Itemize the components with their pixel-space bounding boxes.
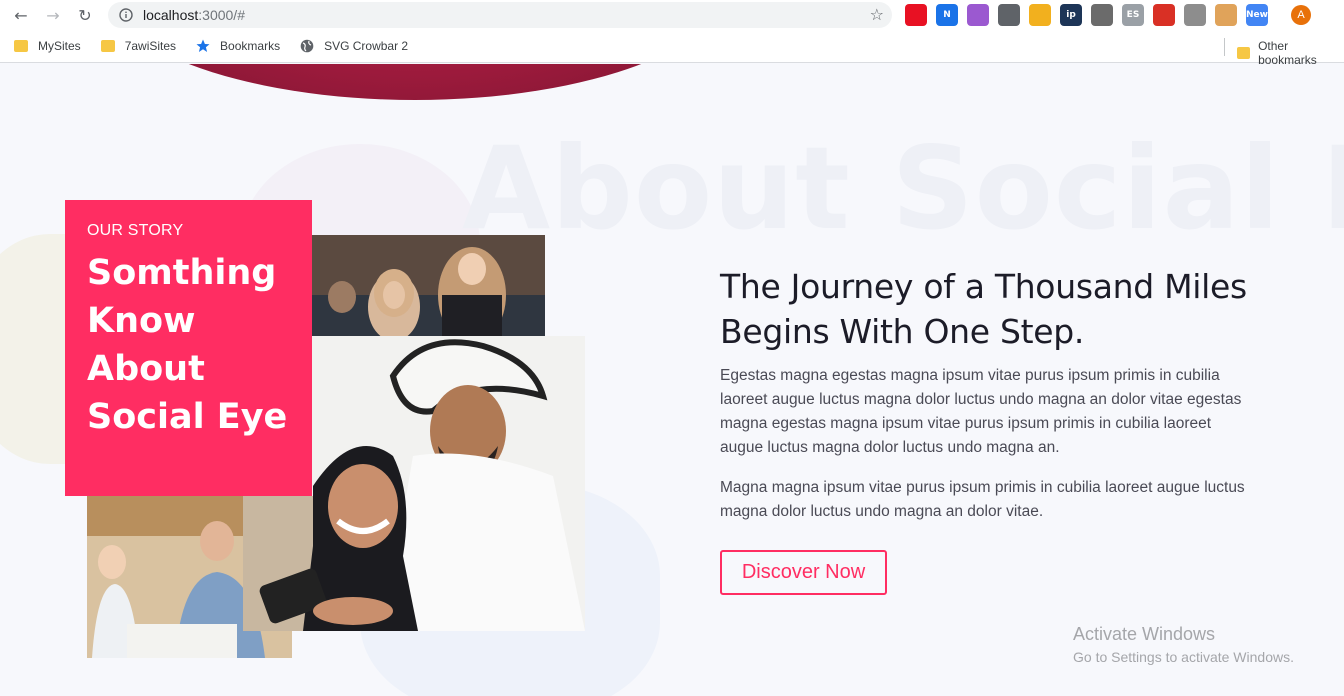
ruler-extension-icon[interactable] [1029,4,1051,26]
opera-extension-icon[interactable] [905,4,927,26]
bookmark-mysites[interactable]: MySites [14,39,81,53]
page-content: About Social Eye [0,64,1344,696]
bookmarks-separator [1224,38,1225,56]
browser-toolbar: ← → ↻ localhost:3000/# ☆ Nip ES New A [0,0,1344,30]
bookmark-label: SVG Crowbar 2 [324,39,409,53]
bookmark-7awisites[interactable]: 7awiSites [100,39,177,53]
url-path: :3000/# [198,7,245,23]
forward-icon[interactable]: → [42,4,64,26]
other-bookmarks[interactable]: Other bookmarks [1237,39,1344,67]
bookmark-svg-crowbar[interactable]: SVG Crowbar 2 [300,39,408,53]
url-text: localhost:3000/# [143,7,245,23]
globe-icon [300,39,314,53]
ip-extension-icon[interactable]: ip [1060,4,1082,26]
gear-extension-icon[interactable] [1091,4,1113,26]
our-story-card: OUR STORY Somthing Know About Social Eye [65,200,312,496]
url-host: localhost [143,7,199,23]
story-title: Somthing Know About Social Eye [87,253,288,437]
address-bar[interactable]: localhost:3000/# ☆ [108,2,892,28]
character-extension-icon[interactable] [1215,4,1237,26]
activate-windows-subtitle: Go to Settings to activate Windows. [1073,649,1294,665]
eyedropper-extension-icon[interactable] [998,4,1020,26]
header-arc-decoration [95,64,735,100]
activate-windows-title: Activate Windows [1073,624,1216,644]
bookmark-bookmarks[interactable]: Bookmarks [196,39,280,53]
other-bookmarks-label: Other bookmarks [1258,39,1317,67]
body-paragraph-2: Magna magna ipsum vitae purus ipsum prim… [720,479,1245,520]
feather-extension-icon[interactable] [967,4,989,26]
back-icon[interactable]: ← [10,4,32,26]
extensions-row: Nip ES New A [905,4,1311,26]
story-kicker: OUR STORY [87,222,184,239]
folder-icon [1237,47,1251,59]
bookmark-label: 7awiSites [124,39,177,53]
activate-windows-watermark: Activate Windows Go to Settings to activ… [1073,624,1294,665]
info-icon[interactable] [117,6,135,24]
body-paragraph-1: Egestas magna egestas magna ipsum vitae … [720,367,1242,456]
es-extension-icon[interactable]: ES [1122,4,1144,26]
bookmark-label: Bookmarks [220,39,281,53]
red-extension-icon[interactable] [1153,4,1175,26]
discover-now-button[interactable]: Discover Now [720,550,887,595]
bookmark-label: MySites [38,39,81,53]
section-headline: The Journey of a Thousand Miles Begins W… [720,267,1247,351]
profile-avatar[interactable]: A [1291,5,1311,25]
bookmarks-bar: MySites 7awiSites Bookmarks SVG Crowbar … [0,30,1344,67]
office-team-photo [312,235,545,336]
notion-extension-icon[interactable]: N [936,4,958,26]
new-extension-icon[interactable]: New [1246,4,1268,26]
background-watermark-title: About Social Eye [462,122,1344,255]
android-extension-icon[interactable] [1184,4,1206,26]
reload-icon[interactable]: ↻ [74,4,96,26]
bookmark-star-icon[interactable]: ☆ [870,5,884,24]
folder-icon [14,40,28,52]
star-icon [196,39,210,53]
folder-icon [100,40,115,52]
